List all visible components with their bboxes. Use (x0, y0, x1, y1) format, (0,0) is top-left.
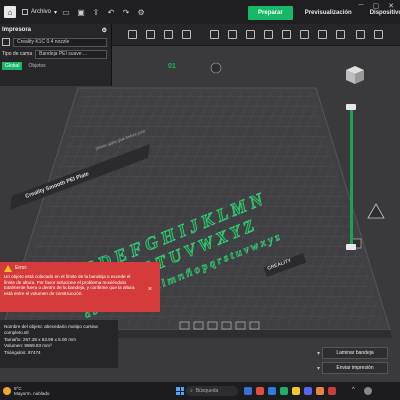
seam-icon[interactable] (318, 30, 327, 39)
undo-icon[interactable]: ↶ (105, 6, 117, 18)
explorer-icon[interactable] (244, 387, 252, 395)
file-menu-label: Archivo (31, 9, 52, 15)
new-project-icon[interactable]: ▭ (60, 6, 72, 18)
add-plate-icon[interactable] (146, 30, 155, 39)
tab-preview[interactable]: Previsualización (299, 7, 358, 19)
tab-objects[interactable]: Objetos (25, 62, 48, 70)
tab-global[interactable]: Global (2, 62, 23, 70)
object-triangles: Triángulos: 97474 (4, 349, 41, 355)
add-object-icon[interactable] (128, 30, 137, 39)
error-header: Error: (4, 265, 156, 272)
tab-prepare[interactable]: Preparar (248, 6, 293, 20)
folder-icon[interactable] (292, 387, 300, 395)
title-bar: ⌂ Archivo ▾ ▭ ▣ ⇪ ↶ ↷ ⚙ Preparar Previsu… (0, 0, 400, 24)
error-title: Error: (15, 265, 28, 272)
plate-type-value: Bandeja PEI suave ... (39, 51, 88, 57)
printer-value: Creality K1C 0.4 nozzle (17, 39, 70, 45)
save-icon[interactable]: ▣ (75, 6, 87, 18)
app-icon[interactable] (328, 387, 336, 395)
browser-icon[interactable] (268, 387, 276, 395)
rotate-icon[interactable] (228, 30, 237, 39)
printer-row: Creality K1C 0.4 nozzle (0, 36, 111, 48)
chevron-down-icon[interactable]: ▾ (317, 365, 320, 372)
lay-on-face-icon[interactable] (264, 30, 273, 39)
send-print-button[interactable]: ▾ Enviar impresión (317, 362, 388, 374)
slice-plate-button[interactable]: ▾ Laminar bandeja (317, 347, 388, 359)
text-tool-icon[interactable] (336, 30, 345, 39)
move-icon[interactable] (210, 30, 219, 39)
plate-settings-icon[interactable] (210, 62, 222, 74)
app-window: ⌂ Archivo ▾ ▭ ▣ ⇪ ↶ ↷ ⚙ Preparar Previsu… (0, 0, 400, 400)
process-tabs: Global Objetos (0, 60, 111, 72)
plate-type-select[interactable]: Bandeja PEI suave ... (35, 49, 107, 59)
cut-icon[interactable] (282, 30, 291, 39)
minimize-icon[interactable]: ─ (359, 2, 364, 10)
windows-start-icon[interactable] (176, 387, 184, 395)
chat-app-icon[interactable] (304, 387, 312, 395)
app-logo: ⌂ (4, 6, 16, 18)
scale-icon[interactable] (246, 30, 255, 39)
taskbar-search[interactable]: ⌕ Búsqueda (186, 386, 238, 396)
weather-widget[interactable]: 9°C Mayorm. nublado (0, 386, 50, 396)
settings-icon[interactable]: ⚙ (135, 6, 147, 18)
view-options-icon[interactable] (374, 30, 383, 39)
layer-slider-bottom-handle[interactable] (346, 244, 356, 250)
search-placeholder: Búsqueda (195, 388, 219, 394)
error-message: Un objeto está colocado en el límite de … (4, 274, 135, 297)
file-menu[interactable]: Archivo ▾ (22, 9, 57, 16)
plate-type-label: Tipo de cama (2, 51, 33, 57)
tray-chevron-icon[interactable]: ^ (352, 387, 360, 395)
printer-panel: Impresora ⚙ Creality K1C 0.4 nozzle Tipo… (0, 24, 112, 86)
printer-icon (2, 38, 10, 46)
warning-icon (4, 265, 12, 272)
auto-orient-icon[interactable] (164, 30, 173, 39)
printer-panel-header: Impresora ⚙ (0, 24, 111, 36)
weather-desc: Mayorm. nublado (14, 391, 50, 396)
object-name: Nombre del objeto: abecedario motipo cur… (4, 324, 98, 336)
redo-icon[interactable]: ↷ (120, 6, 132, 18)
layer-slider-top-handle[interactable] (346, 104, 356, 110)
slice-plate-label: Laminar bandeja (336, 350, 374, 356)
brave-icon[interactable] (316, 387, 324, 395)
plate-number: 01 (168, 63, 176, 70)
send-print-label: Enviar impresión (336, 365, 374, 371)
error-notification: Error: Un objeto está colocado en el lím… (0, 262, 160, 312)
paint-support-icon[interactable] (300, 30, 309, 39)
orca-slicer-icon[interactable] (280, 387, 288, 395)
arrange-icon[interactable] (182, 30, 191, 39)
layer-slider[interactable] (350, 108, 353, 250)
weather-icon (3, 387, 11, 395)
network-icon[interactable] (364, 387, 372, 395)
maximize-icon[interactable]: ▢ (373, 2, 380, 10)
windows-taskbar: 9°C Mayorm. nublado ⌕ Búsqueda ^ (0, 382, 400, 400)
close-icon[interactable]: × (148, 286, 152, 295)
gear-icon[interactable]: ⚙ (102, 27, 107, 34)
chevron-down-icon[interactable]: ▾ (317, 350, 320, 357)
file-icon (22, 9, 28, 15)
measure-icon[interactable] (356, 30, 365, 39)
view-cube[interactable] (344, 64, 366, 86)
open-icon[interactable]: ⇪ (90, 6, 102, 18)
plate-type-row: Tipo de cama Bandeja PEI suave ... (0, 48, 111, 60)
close-icon[interactable]: ✕ (388, 2, 394, 10)
plate-warning-icon (367, 203, 385, 219)
printer-panel-title: Impresora (2, 27, 32, 33)
object-info-panel: Nombre del objeto: abecedario motipo cur… (0, 320, 118, 368)
search-icon: ⌕ (190, 388, 193, 394)
youtube-icon[interactable] (256, 387, 264, 395)
chevron-down-icon: ▾ (54, 9, 58, 16)
printer-select[interactable]: Creality K1C 0.4 nozzle (13, 37, 107, 47)
